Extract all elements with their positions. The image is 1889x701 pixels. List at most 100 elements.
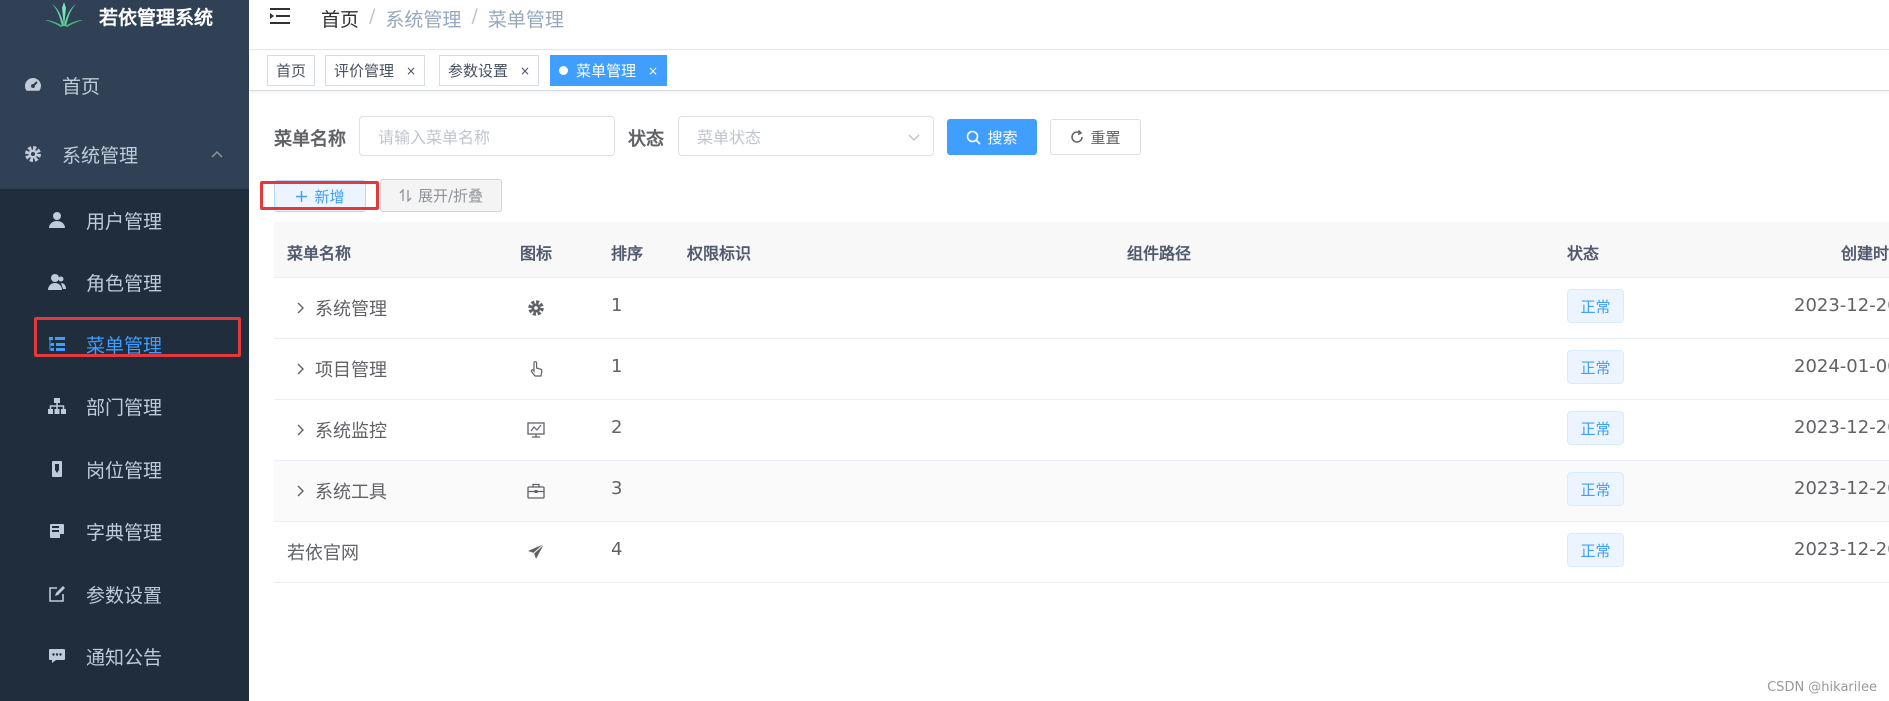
created-time-cell: 2023-12-26 [1794, 478, 1889, 499]
breadcrumb: 首页 / 系统管理 / 菜单管理 [321, 5, 564, 32]
table-row[interactable]: 系统管理 1 正常 2023-12-26 [274, 278, 1889, 339]
chevron-right-icon[interactable] [294, 362, 306, 376]
chevron-down-icon [908, 134, 920, 142]
sidebar-item-label: 通知公告 [86, 647, 163, 669]
gear-icon [528, 300, 544, 316]
highlight-box-menu-item [34, 317, 241, 357]
sidebar-item-params[interactable]: 参数设置 [0, 563, 249, 625]
search-button[interactable]: 搜索 [947, 119, 1037, 155]
app-root: 若依管理系统 首页 系统管理 用户管理 角色管理 菜单管理 部门管理 岗位管理 … [0, 0, 1889, 701]
table-header: 菜单名称 图标 排序 权限标识 组件路径 状态 创建时 [274, 222, 1889, 278]
close-icon[interactable]: × [648, 64, 658, 78]
tag-label: 首页 [276, 62, 307, 80]
refresh-icon [1071, 130, 1084, 143]
column-header: 创建时 [1841, 244, 1889, 263]
tag-home[interactable]: 首页 [267, 55, 316, 86]
breadcrumb-current: 菜单管理 [487, 9, 564, 31]
expand-collapse-button[interactable]: 展开/折叠 [380, 179, 502, 212]
sort-icon [399, 189, 412, 202]
input-placeholder: 请输入菜单名称 [378, 128, 491, 147]
sidebar-item-label: 角色管理 [86, 273, 163, 295]
dashboard-icon [23, 75, 43, 95]
order-cell: 3 [611, 478, 623, 499]
post-icon [47, 459, 67, 479]
active-dot-icon [559, 66, 568, 75]
column-header: 菜单名称 [287, 244, 352, 263]
search-button-label: 搜索 [987, 128, 1018, 147]
tag-evaluation[interactable]: 评价管理 × [325, 55, 426, 86]
status-label: 正常 [1580, 297, 1611, 316]
column-header: 权限标识 [687, 244, 752, 263]
sidebar-item-system[interactable]: 系统管理 [0, 119, 249, 189]
watermark: CSDN @hikarilee [1767, 680, 1877, 695]
tags-view: 首页 评价管理 × 参数设置 × 菜单管理 × [249, 51, 1889, 91]
sidebar-item-dictionaries[interactable]: 字典管理 [0, 500, 249, 562]
column-header: 状态 [1567, 244, 1600, 263]
expand-collapse-label: 展开/折叠 [417, 187, 484, 205]
chevron-right-icon[interactable] [294, 301, 306, 315]
sidebar-item-label: 字典管理 [86, 522, 163, 544]
toolbox-icon [527, 483, 545, 499]
chevron-right-icon[interactable] [294, 484, 306, 498]
status-label: 正常 [1580, 419, 1611, 438]
reset-button[interactable]: 重置 [1050, 119, 1141, 155]
breadcrumb-separator: / [471, 5, 478, 27]
tag-params[interactable]: 参数设置 × [439, 55, 540, 86]
table-row[interactable]: 若依官网 4 正常 2023-12-26 [274, 522, 1889, 583]
menu-name-label: 菜单名称 [274, 129, 346, 150]
select-placeholder: 菜单状态 [697, 128, 762, 147]
users-icon [47, 272, 67, 292]
status-label: 正常 [1580, 480, 1611, 499]
status-badge: 正常 [1567, 411, 1624, 445]
app-title: 若依管理系统 [99, 7, 214, 29]
created-time-cell: 2023-12-26 [1794, 539, 1889, 560]
status-badge: 正常 [1567, 289, 1624, 323]
dict-icon [47, 521, 67, 541]
tag-label: 参数设置 [448, 62, 509, 80]
table-row[interactable]: 项目管理 1 正常 2024-01-06 [274, 339, 1889, 400]
sidebar-item-home[interactable]: 首页 [0, 50, 249, 120]
menu-name-input[interactable]: 请输入菜单名称 [359, 116, 615, 156]
close-icon[interactable]: × [406, 64, 416, 78]
tree-icon [47, 396, 67, 416]
logo-icon [45, 2, 83, 27]
status-badge: 正常 [1567, 472, 1624, 506]
sidebar-item-users[interactable]: 用户管理 [0, 189, 249, 251]
navbar: 首页 / 系统管理 / 菜单管理 [249, 0, 1889, 50]
sidebar-item-label: 部门管理 [86, 397, 163, 419]
menu-name-cell: 系统工具 [315, 482, 387, 503]
submenu-system: 用户管理 角色管理 菜单管理 部门管理 岗位管理 字典管理 参数设置 通知公告 [0, 189, 249, 701]
close-icon[interactable]: × [520, 64, 530, 78]
breadcrumb-system: 系统管理 [385, 9, 462, 31]
sidebar-item-label: 用户管理 [86, 211, 163, 233]
sidebar: 若依管理系统 首页 系统管理 用户管理 角色管理 菜单管理 部门管理 岗位管理 … [0, 0, 249, 701]
chevron-right-icon[interactable] [294, 423, 306, 437]
monitor-icon [527, 422, 545, 438]
created-time-cell: 2023-12-26 [1794, 295, 1889, 316]
hamburger-icon[interactable] [269, 5, 291, 27]
pointer-hand-icon [530, 361, 543, 377]
tag-label: 评价管理 [334, 62, 395, 80]
sidebar-item-label: 系统管理 [62, 145, 139, 167]
sidebar-logo[interactable]: 若依管理系统 [0, 0, 249, 36]
tag-label: 菜单管理 [576, 62, 637, 80]
send-icon [528, 543, 545, 559]
column-header: 图标 [520, 244, 553, 263]
chevron-up-icon [211, 150, 223, 158]
sidebar-item-label: 参数设置 [86, 585, 163, 607]
status-select[interactable]: 菜单状态 [678, 116, 934, 156]
sidebar-item-posts[interactable]: 岗位管理 [0, 438, 249, 500]
sidebar-item-label: 岗位管理 [86, 460, 163, 482]
breadcrumb-separator: / [369, 5, 376, 27]
sidebar-item-roles[interactable]: 角色管理 [0, 251, 249, 313]
status-badge: 正常 [1567, 350, 1624, 384]
menu-name-cell: 项目管理 [315, 360, 387, 381]
reset-button-label: 重置 [1090, 128, 1121, 147]
tag-menus[interactable]: 菜单管理 × [550, 55, 668, 86]
breadcrumb-home[interactable]: 首页 [321, 5, 359, 32]
table-row[interactable]: 系统工具 3 正常 2023-12-26 [274, 461, 1889, 522]
sidebar-item-notices[interactable]: 通知公告 [0, 625, 249, 687]
sidebar-item-departments[interactable]: 部门管理 [0, 375, 249, 437]
table-row[interactable]: 系统监控 2 正常 2023-12-26 [274, 400, 1889, 461]
created-time-cell: 2023-12-26 [1794, 417, 1889, 438]
